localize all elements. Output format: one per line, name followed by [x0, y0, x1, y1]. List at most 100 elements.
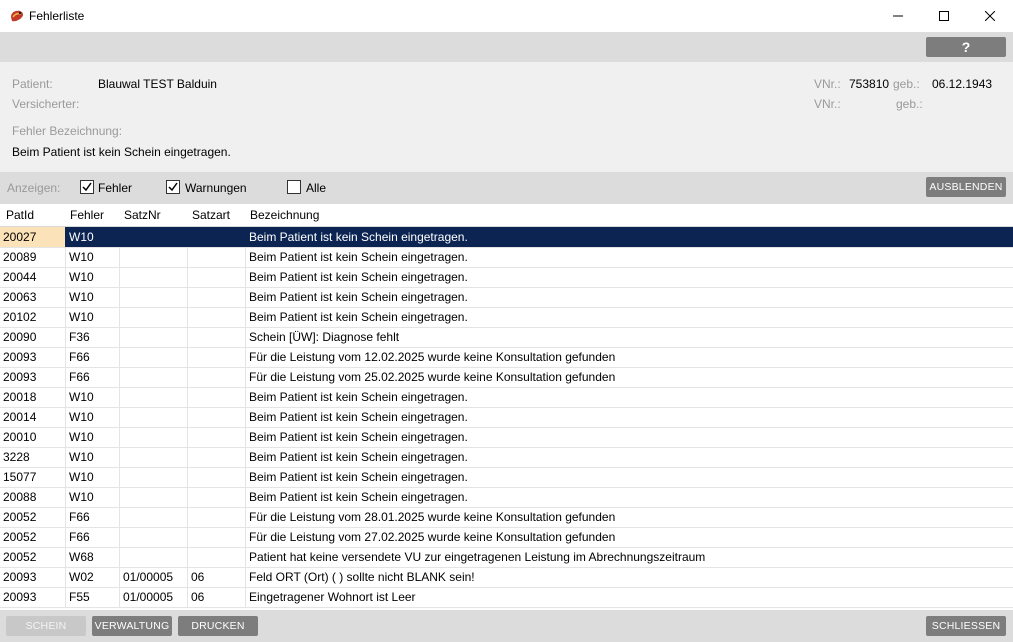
fehler-bezeichnung-text: Beim Patient ist kein Schein eingetragen…: [12, 145, 231, 159]
cell-fehler: W10: [66, 487, 120, 507]
cell-fehler: W10: [66, 307, 120, 327]
cell-satznr: [120, 227, 188, 247]
alle-checkbox[interactable]: [287, 180, 301, 194]
cell-fehler: W10: [66, 287, 120, 307]
cell-satzart: [188, 487, 246, 507]
maximize-icon: [939, 11, 949, 21]
window-titlebar: Fehlerliste: [0, 0, 1013, 33]
geb2-label: geb.:: [896, 97, 923, 111]
cell-satznr: [120, 307, 188, 327]
checkmark-icon: [168, 182, 178, 192]
cell-fehler: F66: [66, 507, 120, 527]
cell-bezeichnung: Für die Leistung vom 27.02.2025 wurde ke…: [249, 530, 616, 544]
cell-satzart: [188, 507, 246, 527]
cell-patid: 20093: [0, 367, 66, 387]
app-logo-icon: [11, 10, 24, 22]
cell-satznr: [120, 487, 188, 507]
cell-satznr: [120, 467, 188, 487]
minimize-button[interactable]: [875, 0, 921, 32]
help-button[interactable]: ?: [926, 37, 1006, 57]
cell-bezeichnung: Eingetragener Wohnort ist Leer: [249, 590, 416, 604]
cell-patid: 20052: [0, 507, 66, 527]
warnungen-checkbox[interactable]: [166, 180, 180, 194]
table-row[interactable]: 20102 W10 Beim Patient ist kein Schein ein…: [0, 307, 1013, 328]
cell-satzart: [188, 267, 246, 287]
cell-patid: 20102: [0, 307, 66, 327]
schliessen-button[interactable]: SCHLIESSEN: [926, 616, 1006, 636]
cell-bezeichnung: Patient hat keine versendete VU zur eing…: [249, 550, 706, 564]
alle-checkbox-label[interactable]: Alle: [306, 181, 326, 195]
cell-bezeichnung: Beim Patient ist kein Schein eingetragen…: [249, 450, 468, 464]
cell-satznr: [120, 347, 188, 367]
warnungen-checkbox-label[interactable]: Warnungen: [185, 181, 247, 195]
cell-satzart: [188, 367, 246, 387]
table-row[interactable]: 20093 F66 Für die Leistung vom 25.02.2025 …: [0, 367, 1013, 388]
maximize-button[interactable]: [921, 0, 967, 32]
cell-bezeichnung: Für die Leistung vom 12.02.2025 wurde ke…: [249, 350, 616, 364]
table-row[interactable]: 3228 W10 Beim Patient ist kein Schein eing…: [0, 447, 1013, 468]
fehler-checkbox[interactable]: [80, 180, 94, 194]
cell-satznr: [120, 387, 188, 407]
column-header-fehler[interactable]: Fehler: [70, 208, 104, 222]
table-row[interactable]: 20027 W10 Beim Patient ist kein Schein ein…: [0, 227, 1013, 248]
fehler-bezeichnung-label: Fehler Bezeichnung:: [12, 124, 123, 138]
table-row[interactable]: 20052 W68 Patient hat keine versendete VU …: [0, 547, 1013, 568]
column-header-satznr[interactable]: SatzNr: [124, 208, 161, 222]
cell-fehler: F36: [66, 327, 120, 347]
table-row[interactable]: 20093 F66 Für die Leistung vom 12.02.2025 …: [0, 347, 1013, 368]
table-row[interactable]: 20093 W02 01/00005 06 Feld ORT (Ort) ( ) sol…: [0, 567, 1013, 588]
drucken-button[interactable]: DRUCKEN: [178, 616, 258, 636]
cell-fehler: W10: [66, 407, 120, 427]
table-row[interactable]: 20088 W10 Beim Patient ist kein Schein ein…: [0, 487, 1013, 508]
table-row[interactable]: 20010 W10 Beim Patient ist kein Schein ein…: [0, 427, 1013, 448]
cell-satzart: [188, 327, 246, 347]
vnr-value: 753810: [849, 77, 890, 91]
versicherter-label: Versicherter:: [12, 97, 80, 111]
cell-satzart: [188, 547, 246, 567]
column-header-satzart[interactable]: Satzart: [192, 208, 230, 222]
cell-fehler: W10: [66, 387, 120, 407]
close-button[interactable]: [967, 0, 1013, 32]
cell-satzart: [188, 247, 246, 267]
cell-fehler: F66: [66, 367, 120, 387]
cell-patid: 20063: [0, 287, 66, 307]
cell-bezeichnung: Beim Patient ist kein Schein eingetragen…: [249, 230, 468, 244]
cell-satznr: [120, 527, 188, 547]
cell-fehler: W10: [66, 447, 120, 467]
cell-satznr: [120, 547, 188, 567]
cell-patid: 20090: [0, 327, 66, 347]
cell-satznr: [120, 407, 188, 427]
cell-patid: 20052: [0, 547, 66, 567]
table-row[interactable]: 20090 F36 Schein [ÜW]: Diagnose fehlt: [0, 327, 1013, 348]
table-row[interactable]: 20052 F66 Für die Leistung vom 28.01.2025 …: [0, 507, 1013, 528]
table-header: PatId Fehler SatzNr Satzart Bezeichnung: [0, 204, 1013, 227]
cell-patid: 20052: [0, 527, 66, 547]
column-header-bezeichnung[interactable]: Bezeichnung: [250, 208, 319, 222]
table-row[interactable]: 20089 W10 Beim Patient ist kein Schein ein…: [0, 247, 1013, 268]
cell-patid: 20093: [0, 347, 66, 367]
fehler-checkbox-label[interactable]: Fehler: [98, 181, 132, 195]
cell-bezeichnung: Beim Patient ist kein Schein eingetragen…: [249, 390, 468, 404]
cell-satznr: [120, 267, 188, 287]
table-row[interactable]: 20044 W10 Beim Patient ist kein Schein ein…: [0, 267, 1013, 288]
patient-name: Blauwal TEST Balduin: [98, 77, 217, 91]
cell-fehler: W02: [66, 567, 120, 587]
table-row[interactable]: 20063 W10 Beim Patient ist kein Schein ein…: [0, 287, 1013, 308]
table-row[interactable]: 20093 F55 01/00005 06 Eingetragener Wohnort …: [0, 587, 1013, 608]
cell-bezeichnung: Feld ORT (Ort) ( ) sollte nicht BLANK se…: [249, 570, 475, 584]
column-header-patid[interactable]: PatId: [6, 208, 34, 222]
table-row[interactable]: 20018 W10 Beim Patient ist kein Schein ein…: [0, 387, 1013, 408]
cell-satznr: [120, 427, 188, 447]
table-row[interactable]: 20052 F66 Für die Leistung vom 27.02.2025 …: [0, 527, 1013, 548]
table-row[interactable]: 20014 W10 Beim Patient ist kein Schein ein…: [0, 407, 1013, 428]
cell-satzart: [188, 527, 246, 547]
error-table: PatId Fehler SatzNr Satzart Bezeichnung …: [0, 204, 1013, 610]
cell-satznr: [120, 287, 188, 307]
cell-satzart: [188, 427, 246, 447]
cell-fehler: W10: [66, 247, 120, 267]
table-row[interactable]: 15077 W10 Beim Patient ist kein Schein ein…: [0, 467, 1013, 488]
ausblenden-button[interactable]: AUSBLENDEN: [926, 177, 1006, 197]
schein-button[interactable]: SCHEIN: [6, 616, 86, 636]
verwaltung-button[interactable]: VERWALTUNG: [92, 616, 172, 636]
cell-satzart: [188, 347, 246, 367]
